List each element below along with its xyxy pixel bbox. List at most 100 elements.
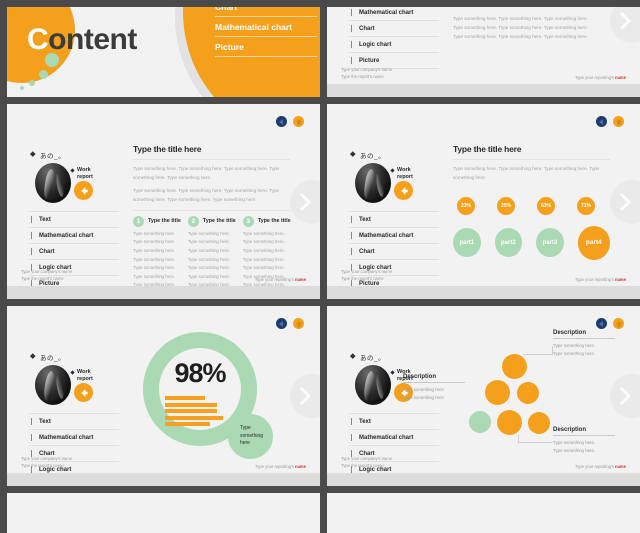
- slide-bottom-bar: [7, 286, 320, 299]
- sidebar-author-name: あの_。: [40, 352, 119, 362]
- slide-footer: Type your company's name Type the report…: [341, 66, 626, 80]
- sidebar-item-text[interactable]: Text: [29, 414, 119, 430]
- sidebar-item-chart[interactable]: Chart: [29, 244, 119, 260]
- pyramid-circle-mid-left[interactable]: [485, 380, 510, 405]
- sidebar-work-label: Work report: [77, 167, 93, 182]
- footer-left: Type your company's name Type the report…: [341, 66, 392, 80]
- slide-thumbnail-percentages[interactable]: あの_。 Work report Text Mathematical chart…: [327, 104, 640, 299]
- slide-thumbnail-pyramid[interactable]: あの_。 Work report Text Mathematical chart…: [327, 306, 640, 486]
- slide-thumbnail-next-right[interactable]: [327, 493, 640, 533]
- prev-button[interactable]: [596, 116, 607, 127]
- slide-footer: Type your company's name Type the report…: [341, 455, 626, 469]
- content-paragraphs: Type something here. Type something here…: [133, 165, 290, 205]
- footer-right: Type your reporting's name: [255, 277, 306, 282]
- sidebar-item-mathematical-chart[interactable]: Mathematical chart: [29, 228, 119, 244]
- percent-circle-row: 23% 25% 63% 71%: [453, 197, 610, 215]
- slide-thumbnail-donut[interactable]: あの_。 Work report Text Mathematical chart…: [7, 306, 320, 486]
- footer-reporting-accent: name: [295, 464, 306, 469]
- footer-report: Type the report's name: [341, 73, 392, 80]
- footer-left: Type your company's name Type the report…: [21, 455, 72, 469]
- footer-reporting-prefix: Type your reporting's: [575, 464, 615, 469]
- donut-value: 98%: [135, 358, 265, 389]
- home-button[interactable]: [293, 318, 304, 329]
- pyramid-circle-bottom-right[interactable]: [528, 412, 550, 434]
- footer-left: Type your company's name Type the report…: [341, 268, 392, 282]
- header-buttons: [276, 116, 304, 127]
- sidebar-item-chart[interactable]: Chart: [349, 244, 439, 260]
- part-circle-3[interactable]: part3: [536, 228, 564, 257]
- home-button[interactable]: [613, 318, 624, 329]
- sidebar-work-label: Work report: [77, 369, 93, 384]
- description-left: Description Type something here. Type so…: [403, 374, 465, 402]
- content-title: Type the title here: [453, 144, 610, 154]
- back-arrow-icon[interactable]: [74, 181, 93, 200]
- percent-circle-4: 71%: [577, 197, 595, 215]
- pyramid-circle-bottom-left[interactable]: [469, 411, 491, 433]
- partial-paragraph-block-1: Type something here. Type something here…: [453, 7, 610, 10]
- slide-thumbnail-next-left[interactable]: [7, 493, 320, 533]
- page-title-initial: C: [27, 23, 48, 56]
- back-arrow-icon[interactable]: [74, 383, 93, 402]
- description-bottom-title: Description: [553, 427, 615, 436]
- column-1-head: 1 Type the title: [133, 216, 181, 227]
- sidebar-item-text[interactable]: Text: [349, 414, 439, 430]
- next-slide-arrow[interactable]: [610, 180, 640, 224]
- sidebar-work-label: Work report: [397, 167, 413, 182]
- description-bottom: Description Type something here. Type so…: [553, 427, 615, 455]
- cover-menu-item-picture[interactable]: Picture: [215, 37, 317, 57]
- column-2-title: Type the title: [203, 218, 236, 224]
- content-title: Type the title here: [133, 144, 290, 154]
- slide-thumbnail-three-columns[interactable]: あの_。 Work report Text Mathematical chart…: [7, 104, 320, 299]
- sidebar-author-name: あの_。: [40, 150, 119, 160]
- footer-company: Type your company's name: [21, 455, 72, 462]
- sidebar-item-mathematical-chart[interactable]: Mathematical chart: [349, 228, 439, 244]
- donut-bubble[interactable]: Type something here: [228, 414, 273, 459]
- description-top-title: Description: [553, 330, 615, 339]
- part-circle-2[interactable]: part2: [495, 228, 523, 257]
- leader-line-bottom-h: [518, 442, 553, 443]
- cover-menu-item-math-chart[interactable]: Mathematical chart: [215, 17, 317, 37]
- content-paragraph-2: Type something here. Type something here…: [133, 187, 290, 205]
- description-left-body: Type something here. Type something here…: [403, 386, 465, 402]
- prev-button[interactable]: [276, 318, 287, 329]
- footer-report: Type the report's name: [341, 462, 392, 469]
- next-slide-arrow[interactable]: [290, 374, 320, 418]
- cover-menu-item-chart[interactable]: Chart: [215, 7, 317, 17]
- footer-left: Type your company's name Type the report…: [341, 455, 392, 469]
- home-button[interactable]: [293, 116, 304, 127]
- prev-button[interactable]: [596, 318, 607, 329]
- footer-report: Type the report's name: [21, 275, 72, 282]
- sidebar-item-text[interactable]: Text: [349, 212, 439, 228]
- pyramid-circle-top[interactable]: [502, 354, 527, 379]
- donut-bar-1: [165, 396, 205, 400]
- pyramid-circle-bottom-mid[interactable]: [497, 410, 522, 435]
- sidebar-item-mathematical-chart[interactable]: Mathematical chart: [349, 430, 439, 446]
- pyramid-circle-mid-right[interactable]: [517, 382, 539, 404]
- home-button[interactable]: [613, 116, 624, 127]
- partial-menu-item-math-chart[interactable]: Mathematical chart: [349, 7, 439, 21]
- pyramid-diagram: Description Type something here. Type so…: [445, 332, 630, 462]
- slide-thumbnail-partial-text[interactable]: Text Mathematical chart Chart Logic char…: [327, 7, 640, 97]
- page-title: Content: [27, 23, 137, 57]
- slide-thumbnail-cover[interactable]: Content Chart Mathematical chart Picture: [7, 7, 320, 97]
- part-circle-1[interactable]: part1: [453, 228, 481, 257]
- sidebar-photo-row: Work report: [349, 163, 439, 205]
- footer-reporting-accent: name: [615, 75, 626, 80]
- avatar: [355, 365, 391, 405]
- partial-menu-item-logic-chart[interactable]: Logic chart: [349, 37, 439, 53]
- part-circle-4[interactable]: part4: [578, 226, 610, 260]
- next-slide-arrow[interactable]: [290, 180, 320, 224]
- percent-circle-3: 63%: [537, 197, 555, 215]
- slide-content: Type the title here Type something here.…: [453, 144, 610, 260]
- cover-menu: Chart Mathematical chart Picture: [215, 7, 317, 57]
- cover-dot-2: [39, 70, 48, 79]
- column-3-head: 3 Type the title: [243, 216, 291, 227]
- prev-button[interactable]: [276, 116, 287, 127]
- partial-menu-item-chart[interactable]: Chart: [349, 21, 439, 37]
- slide-bottom-bar: [327, 84, 640, 97]
- back-arrow-icon[interactable]: [394, 181, 413, 200]
- sidebar-item-mathematical-chart[interactable]: Mathematical chart: [29, 430, 119, 446]
- next-slide-arrow[interactable]: [610, 7, 640, 43]
- sidebar-item-text[interactable]: Text: [29, 212, 119, 228]
- footer-report: Type the report's name: [341, 275, 392, 282]
